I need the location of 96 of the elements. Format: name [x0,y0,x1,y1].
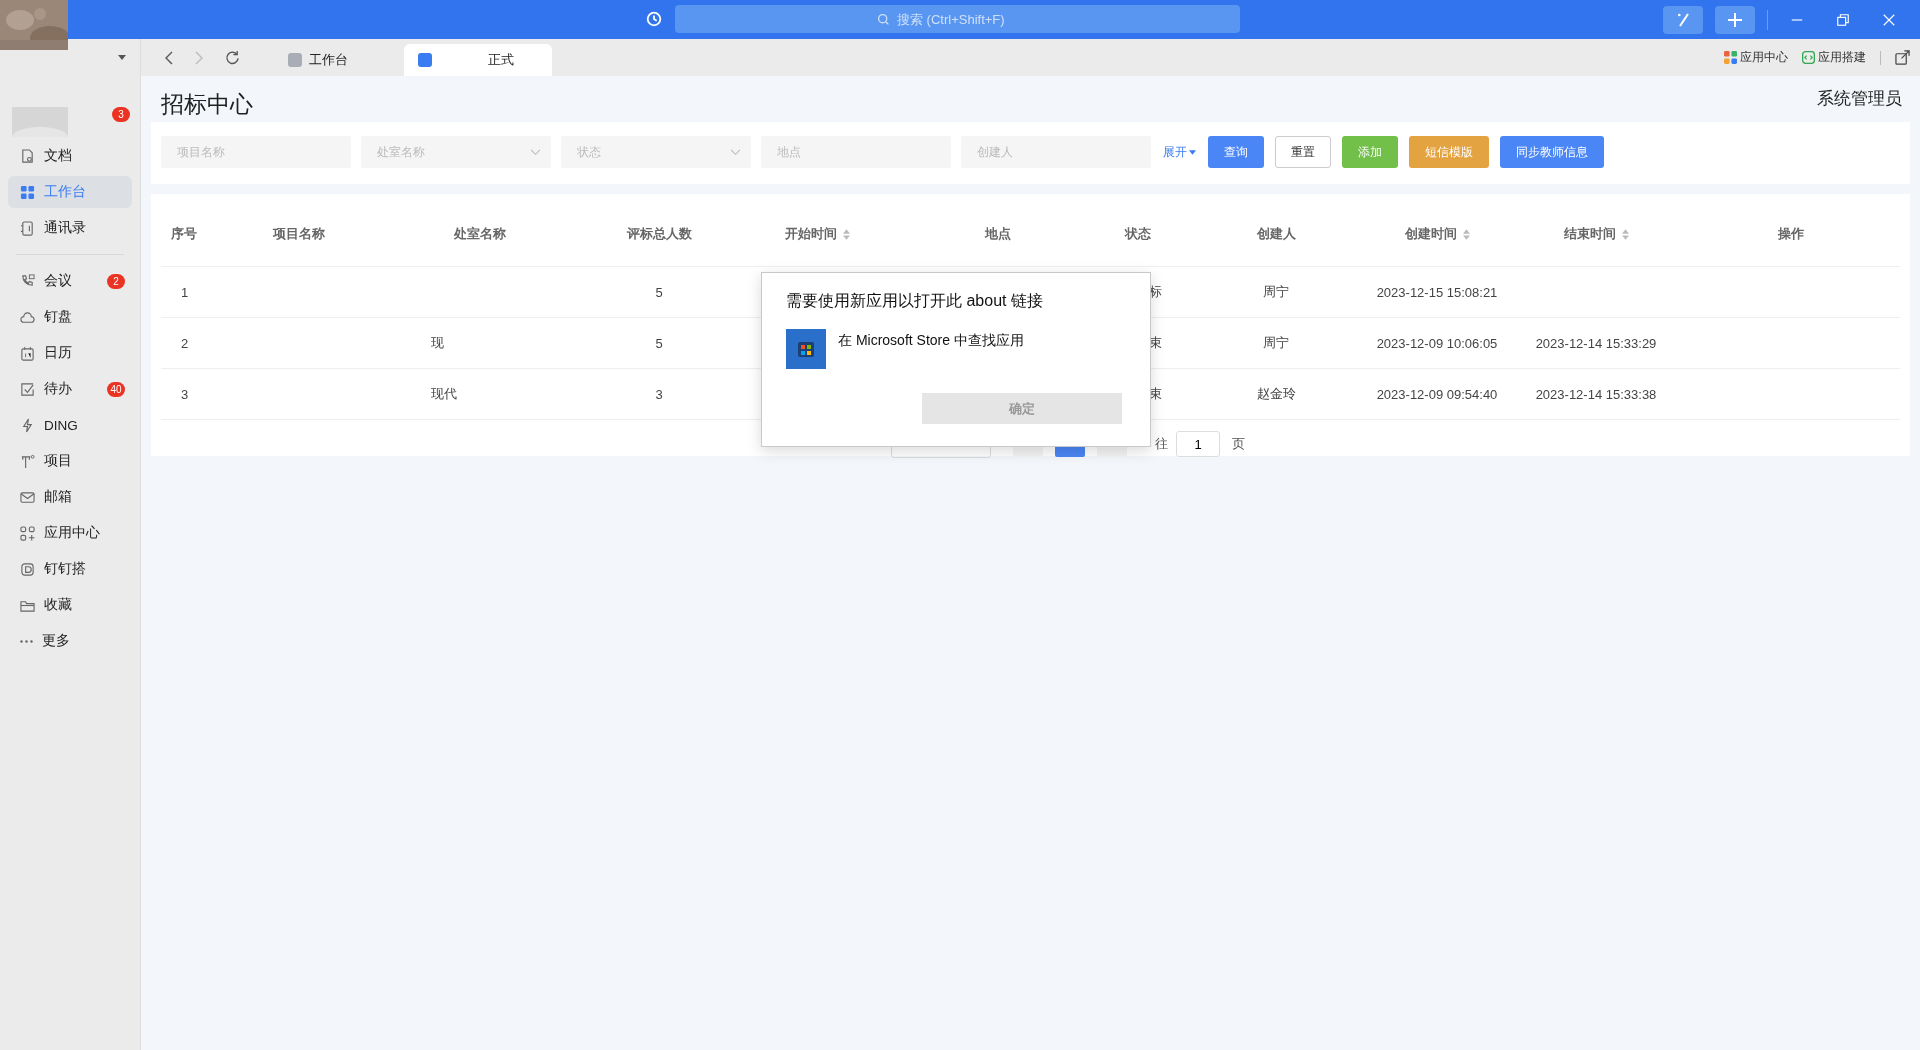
close-icon[interactable] [1882,12,1896,27]
column-header[interactable]: 结束时间 [1563,225,1629,243]
table-cell: 周宁 [1263,284,1289,299]
table-cell: 2 [181,335,189,351]
minimize-icon[interactable] [1790,18,1804,21]
table-cell: 赵金玲 [1256,386,1296,401]
table-cell: 2023-12-15 15:08:21 [1376,284,1498,300]
table-cell: 现代 [431,386,457,401]
sidebar-item[interactable]: 通讯录 [8,212,132,244]
store-option[interactable]: 在 Microsoft Store 中查找应用 [838,329,1024,350]
sort-icon [1462,228,1470,240]
table-cell: 周宁 [1263,335,1289,350]
contacts-icon [20,220,35,236]
sidebar-item[interactable]: 收藏 [8,589,132,621]
project-icon [20,453,35,469]
browser-tab[interactable]: 工作台 [262,44,374,76]
sort-icon [1621,228,1629,240]
table-cell: 3 [655,386,663,402]
table-cell: 2023-12-09 10:06:05 [1376,335,1498,351]
table-cell: 束 [1149,335,1162,350]
search-icon [877,13,890,26]
plus-icon [1728,12,1742,27]
table-cell: 2023-12-14 15:33:38 [1535,386,1657,402]
grid-icon [20,184,35,200]
sidebar-item[interactable]: 会议 2 [8,265,132,297]
column-header: 状态 [1125,225,1151,243]
caret-icon[interactable] [118,55,126,60]
sidebar-item[interactable]: 项目 [8,445,132,477]
apps-icon [1724,51,1737,64]
back-icon[interactable] [165,50,173,65]
sidebar-item[interactable]: 钉钉搭 [8,553,132,585]
table-cell: 3 [181,386,189,402]
tab-icon [418,53,432,67]
dialog-title: 需要使用新应用以打开此 about 链接 [786,291,1044,311]
table-cell: 5 [655,335,663,351]
column-header: 创建人 [1256,225,1296,243]
table-cell: 1 [181,284,189,300]
column-header[interactable]: 开始时间 [784,225,850,243]
goto-label: 往 [1155,435,1168,453]
sort-icon [842,228,850,240]
column-header: 评标总人数 [626,225,692,243]
table-cell: 2023-12-14 15:33:29 [1535,335,1657,351]
table-cell: 2023-12-09 09:54:40 [1376,386,1498,402]
column-header: 地点 [985,225,1011,243]
app-builder-link[interactable]: 应用搭建 [1802,49,1866,66]
builder-icon [20,561,35,577]
sidebar-item[interactable]: 日历 [8,337,132,369]
sidebar-item[interactable]: 钉盘 [8,301,132,333]
popout-icon[interactable] [1895,50,1910,65]
search-field[interactable]: 搜索 (Ctrl+Shift+F) [675,5,1240,33]
history-icon[interactable] [645,10,663,28]
more-icon [20,639,33,643]
action-button[interactable]: 重置 [1275,136,1331,168]
calendar-icon [20,345,35,361]
column-header: 操作 [1777,225,1804,243]
notification-badge: 40 [107,381,125,397]
notification-badge: 3 [112,107,130,122]
app-center-link[interactable]: 应用中心 [1724,49,1788,66]
page-input[interactable]: 1 [1176,431,1220,457]
wand-icon [1677,12,1689,27]
chevron-down-icon [730,149,741,156]
table-cell: 现 [431,335,444,350]
sidebar-item[interactable]: 更多 [8,625,132,657]
cloud-icon [20,309,35,325]
refresh-icon[interactable] [225,50,240,65]
tab-icon [288,53,302,67]
expand-link[interactable]: 展开 [1163,143,1196,161]
mail-icon [20,489,35,505]
sidebar-item[interactable]: 文档 [8,140,132,172]
chevron-down-icon [530,149,541,156]
sidebar-item[interactable]: DING [8,409,132,441]
column-header: 处室名称 [454,225,506,243]
document-icon [20,148,35,164]
column-header: 项目名称 [273,225,325,243]
checkbox-icon [20,381,35,397]
notification-badge: 2 [107,273,125,289]
apps-icon [20,525,35,541]
sidebar-item[interactable]: 应用中心 [8,517,132,549]
sidebar-item[interactable]: 待办 40 [8,373,132,405]
restore-icon[interactable] [1836,12,1850,27]
magic-wand-button[interactable] [1663,5,1703,34]
column-header[interactable]: 创建时间 [1404,225,1470,243]
caret-icon [1189,149,1196,155]
page-label: 页 [1232,435,1245,453]
browser-tab[interactable]: 正式 [404,44,552,76]
table-cell: 5 [655,284,663,300]
column-header: 序号 [171,225,197,243]
phone-icon [20,273,35,289]
code-icon [1802,51,1815,64]
store-icon [786,329,826,369]
table-cell: 束 [1149,386,1162,401]
sidebar-item[interactable]: 邮箱 [8,481,132,513]
add-button[interactable] [1715,5,1755,34]
lightning-icon [20,417,35,433]
page-title: 招标中心 [161,90,253,119]
user-name: 系统管理员 [1817,88,1903,110]
